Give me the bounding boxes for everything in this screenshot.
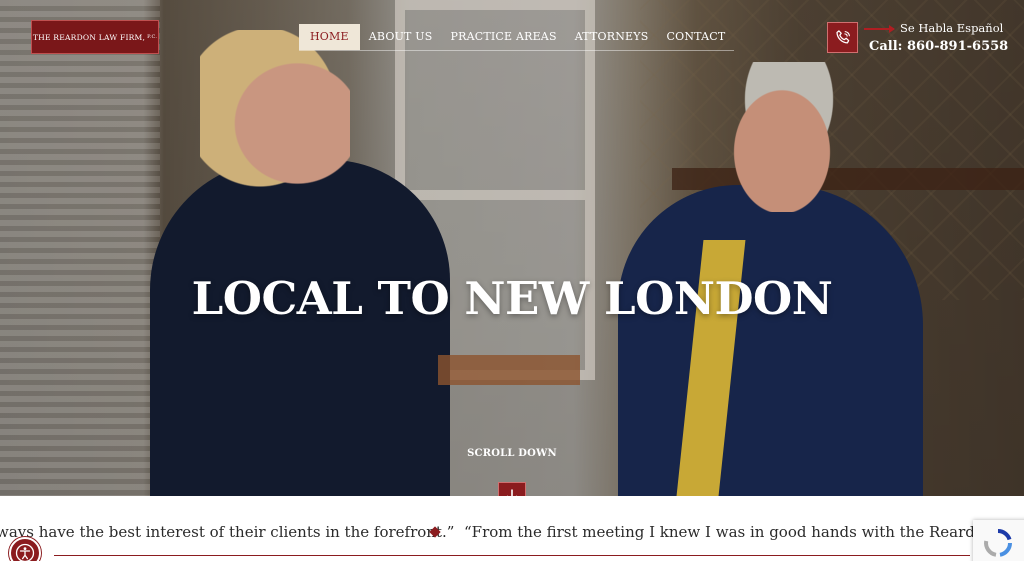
spanish-label: Se Habla Español	[900, 21, 1004, 35]
hero-photo-man	[618, 185, 923, 496]
testimonial-quote: “From the first meeting I knew I was in …	[464, 523, 1024, 541]
phone-block[interactable]: Se Habla Español Call: 860-891-6558	[827, 18, 1008, 58]
phone-number[interactable]: Call: 860-891-6558	[869, 39, 1008, 54]
hero-photo-blinds	[0, 0, 160, 496]
hero-headline: LOCAL TO NEW LONDON	[191, 272, 833, 325]
logo-text: THE REARDON LAW FIRM,	[32, 32, 146, 42]
divider	[54, 555, 970, 556]
recaptcha-icon	[984, 528, 1012, 557]
hero-photo-table	[438, 355, 580, 385]
nav-item-practice-areas[interactable]: PRACTICE AREAS	[441, 24, 565, 50]
testimonial-strip: ways have the best interest of their cli…	[0, 496, 1024, 561]
hero-photo-woman	[150, 160, 450, 496]
nav-item-attorneys[interactable]: ATTORNEYS	[566, 24, 658, 50]
main-nav: HOME ABOUT US PRACTICE AREAS ATTORNEYS C…	[299, 24, 735, 51]
site-logo[interactable]: THE REARDON LAW FIRM, P.C.	[31, 20, 159, 54]
scroll-down-label[interactable]: SCROLL DOWN	[462, 448, 562, 459]
phone-icon[interactable]	[827, 22, 858, 53]
logo-suffix: P.C.	[147, 34, 158, 40]
nav-item-about-us[interactable]: ABOUT US	[360, 24, 442, 50]
accessibility-button[interactable]	[9, 537, 41, 561]
accessibility-icon	[15, 543, 35, 561]
hero-photo-man-head	[712, 62, 852, 212]
hero-photo-woman-head	[200, 30, 350, 200]
hero-section: THE REARDON LAW FIRM, P.C. HOME ABOUT US…	[0, 0, 1024, 496]
nav-item-home[interactable]: HOME	[299, 24, 360, 50]
testimonial-quote: ways have the best interest of their cli…	[0, 523, 455, 541]
nav-item-contact[interactable]: CONTACT	[657, 24, 734, 50]
arrow-right-icon	[864, 25, 895, 33]
recaptcha-badge[interactable]	[973, 520, 1024, 561]
